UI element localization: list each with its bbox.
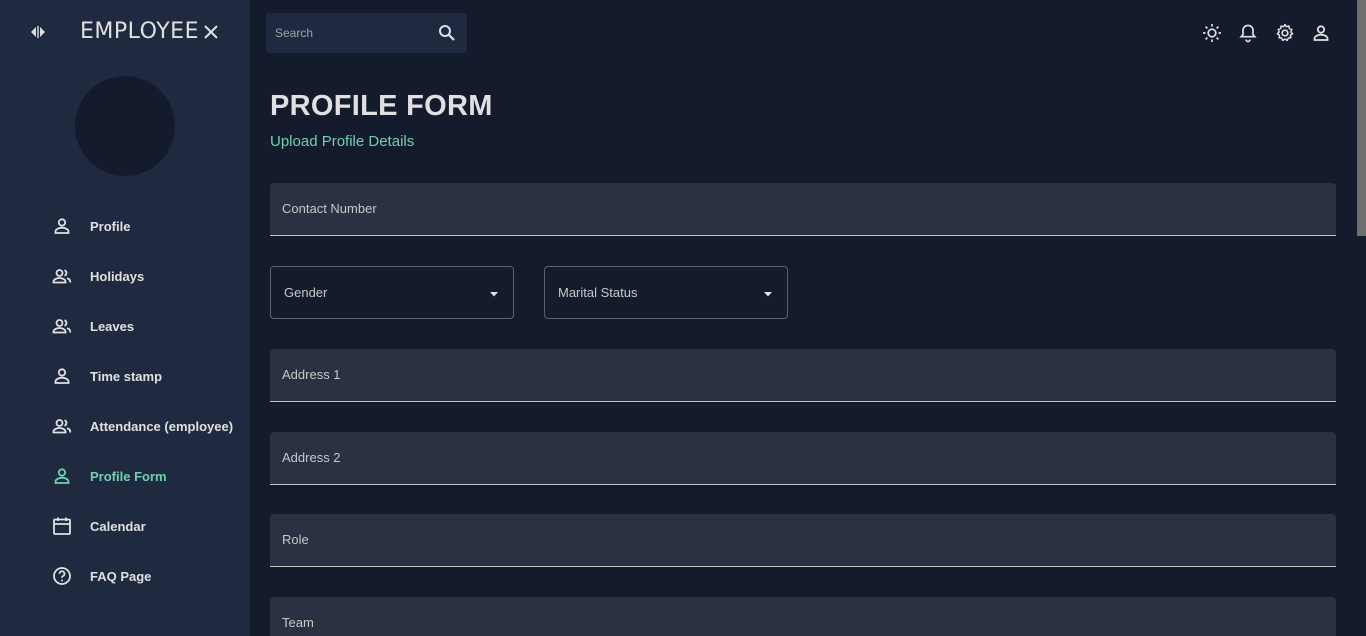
field-label: Address 1	[282, 367, 341, 382]
team-field[interactable]: Team	[270, 597, 1336, 636]
sidebar-item-profile[interactable]: Profile	[0, 201, 250, 251]
people-icon	[52, 269, 72, 284]
role-field[interactable]: Role	[270, 514, 1336, 567]
sidebar-item-label: Profile	[90, 218, 131, 234]
scrollbar[interactable]	[1356, 0, 1366, 636]
people-icon	[52, 419, 72, 434]
marital-status-select[interactable]: Marital Status	[544, 266, 788, 319]
field-label: Gender	[284, 285, 328, 300]
page-title: PROFILE FORM	[270, 90, 493, 122]
field-label: Address 2	[282, 450, 341, 465]
avatar[interactable]	[75, 76, 175, 176]
sidebar-item-label: FAQ Page	[90, 568, 152, 584]
caret-down-icon	[764, 292, 772, 297]
page-subtitle: Upload Profile Details	[270, 133, 415, 150]
sidebar-item-attendance[interactable]: Attendance (employee)	[0, 401, 250, 451]
field-label: Team	[282, 615, 314, 630]
people-icon	[52, 319, 72, 334]
brand-title: EMPLOYEE	[80, 19, 199, 44]
caret-down-icon	[490, 292, 498, 297]
sidebar-header: EMPLOYEE	[0, 0, 250, 64]
help-circle-icon	[53, 567, 71, 585]
person-icon	[54, 468, 70, 484]
sidebar-item-profile-form[interactable]: Profile Form	[0, 451, 250, 501]
search-input[interactable]	[275, 13, 435, 53]
close-icon[interactable]	[201, 22, 221, 42]
field-label: Marital Status	[558, 285, 638, 300]
address-2-field[interactable]: Address 2	[270, 432, 1336, 485]
person-icon	[54, 368, 70, 384]
sidebar-item-label: Holidays	[90, 268, 145, 284]
field-label: Contact Number	[282, 201, 377, 216]
sidebar-item-label: Attendance (employee)	[90, 418, 234, 434]
sidebar-item-faq[interactable]: FAQ Page	[0, 551, 250, 601]
sidebar-item-holidays[interactable]: Holidays	[0, 251, 250, 301]
settings-icon[interactable]	[1275, 23, 1295, 43]
light-mode-icon[interactable]	[1202, 23, 1222, 43]
address-1-field[interactable]: Address 1	[270, 349, 1336, 402]
sidebar-nav: Profile Holidays Leaves Time stamp Atten…	[0, 201, 250, 601]
gender-select[interactable]: Gender	[270, 266, 514, 319]
sidebar-item-calendar[interactable]: Calendar	[0, 501, 250, 551]
person-icon[interactable]	[1311, 23, 1331, 43]
scrollbar-thumb[interactable]	[1357, 0, 1366, 236]
contact-number-field[interactable]: Contact Number	[270, 183, 1336, 236]
sidebar-item-label: Profile Form	[90, 468, 167, 484]
sidebar-item-time-stamp[interactable]: Time stamp	[0, 351, 250, 401]
search-icon[interactable]	[437, 23, 457, 43]
sidebar-item-label: Calendar	[90, 518, 146, 534]
sidebar-item-label: Time stamp	[90, 368, 163, 384]
sidebar-item-label: Leaves	[90, 318, 135, 334]
notifications-icon[interactable]	[1238, 23, 1258, 43]
field-label: Role	[282, 532, 309, 547]
calendar-icon	[53, 517, 71, 535]
sidebar: EMPLOYEE Profile Holidays Leaves Time st…	[0, 0, 250, 636]
person-icon	[54, 218, 70, 234]
sidebar-item-leaves[interactable]: Leaves	[0, 301, 250, 351]
sidebar-toggle-icon[interactable]	[28, 22, 48, 42]
